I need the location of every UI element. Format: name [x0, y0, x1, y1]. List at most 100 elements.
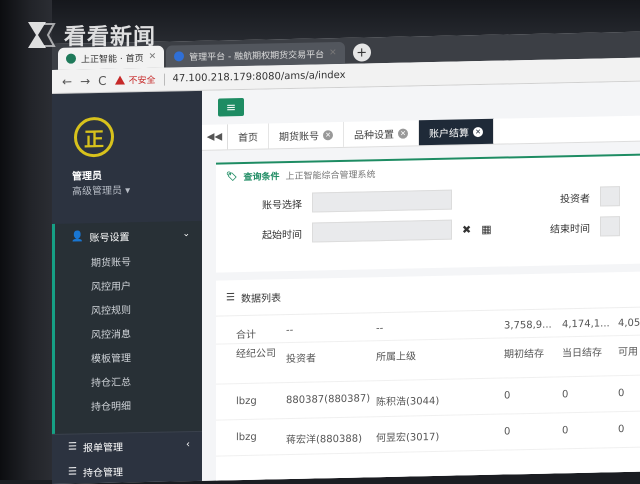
sidebar: 正 管理员 高级管理员 ▾ 👤 账号设置 ⌄ 期货账号 风控用户 风控规则 风控… [52, 90, 202, 484]
close-icon[interactable]: ✕ [473, 126, 483, 137]
tab-label: 首页 [238, 132, 258, 145]
query-title: 查询条件 [243, 172, 280, 183]
sidebar-item-risk-messages[interactable]: 风控消息 [55, 319, 202, 346]
watermark-text: 看看新闻 [64, 25, 157, 50]
close-icon[interactable]: ✕ [398, 128, 408, 139]
menu-header-label: 报单管理 [82, 442, 123, 455]
column-header[interactable]: 期初结存 [504, 348, 544, 363]
browser-tab-title: 上正智能 · 首页 [81, 53, 144, 65]
table-cell: 4,05 [618, 317, 640, 330]
column-header[interactable]: 所属上级 [376, 350, 416, 365]
table-cell: 0 [504, 426, 511, 438]
data-list-header: ☰ 数据列表 [216, 271, 640, 317]
start-time-input[interactable] [312, 219, 452, 243]
app: 正 管理员 高级管理员 ▾ 👤 账号设置 ⌄ 期货账号 风控用户 风控规则 风控… [52, 81, 640, 484]
tab-label: 期货账号 [279, 131, 319, 144]
tab-futures-account[interactable]: 期货账号 ✕ [269, 121, 344, 149]
table-cell: 蒋宏洋(880388) [286, 433, 362, 447]
tag-icon: 🏷 [226, 171, 238, 182]
tabs-prev-button[interactable]: ◀◀ [202, 124, 228, 150]
account-label: 账号选择 [262, 199, 302, 212]
calendar-icon[interactable]: ▦ [481, 222, 491, 235]
table-cell: 0 [618, 388, 625, 400]
table-cell: 合计 [236, 329, 256, 342]
divider [163, 73, 165, 86]
browser-window: 上正智能 · 首页 ✕ 管理平台 - 融航期权期货交易平台 ✕ + ← → C … [52, 31, 640, 484]
browser-tab-title: 管理平台 - 融航期权期货交易平台 [189, 49, 325, 63]
reload-button[interactable]: C [98, 73, 106, 87]
end-time-label: 结束时间 [550, 223, 590, 236]
end-time-row: 结束时间 [550, 216, 620, 237]
table-cell: 0 [618, 424, 625, 436]
menu-header-order-management[interactable]: ☰ 报单管理 ‹ [52, 430, 202, 460]
security-indicator[interactable]: 不安全 [114, 73, 156, 87]
table-cell: 0 [562, 425, 569, 437]
table-cell: lbzg [236, 395, 257, 408]
investor-row: 投资者 [560, 186, 620, 207]
close-icon[interactable]: ✕ [149, 52, 157, 62]
tab-product-settings[interactable]: 品种设置 ✕ [344, 120, 419, 147]
table-cell: 0 [504, 390, 511, 402]
sidebar-item-templates[interactable]: 模板管理 [55, 343, 202, 370]
tab-label: 账户结算 [429, 128, 469, 141]
close-icon[interactable]: ✕ [329, 48, 337, 58]
table-cell: 4,174,1... [562, 318, 610, 331]
table-cell: -- [376, 323, 384, 335]
table-cell: lbzg [236, 431, 257, 444]
sidebar-item-risk-rules[interactable]: 风控规则 [55, 295, 202, 322]
column-header[interactable]: 投资者 [286, 352, 316, 367]
table-cell: 何昱宏(3017) [376, 431, 440, 445]
list-icon: ☰ [68, 441, 77, 453]
menu-header-label: 账号设置 [89, 231, 130, 244]
tab-label: 品种设置 [354, 129, 394, 142]
column-header[interactable]: 经纪公司 [236, 347, 276, 362]
sidebar-item-position-summary[interactable]: 持仓汇总 [55, 367, 202, 394]
sidebar-header: 正 管理员 高级管理员 ▾ [52, 91, 202, 224]
table-cell: 陈积浩(3044) [376, 395, 440, 409]
photo-bezel-left [0, 0, 52, 480]
query-panel: 🏷 查询条件 上正智能综合管理系统 账号选择 投资者 起始时间 ✖ ▦ 结束时间 [216, 153, 640, 273]
column-header[interactable]: 当日结存 [562, 346, 602, 361]
menu-header-account-settings[interactable]: 👤 账号设置 ⌄ [55, 221, 202, 250]
chrome-icon [174, 51, 185, 62]
data-list-title: 数据列表 [240, 293, 281, 306]
sidebar-item-risk-users[interactable]: 风控用户 [55, 271, 202, 298]
main-content: ≡ ◀◀ 首页 期货账号 ✕ 品种设置 ✕ 账户结算 ✕ 🏷 查询条件 上正智能… [202, 81, 640, 481]
address-bar[interactable]: 47.100.218.179:8080/ams/a/index [173, 70, 346, 85]
column-header[interactable]: 可用 [618, 346, 638, 360]
list-icon: ☰ [68, 465, 77, 478]
new-tab-button[interactable]: + [352, 43, 371, 62]
investor-input[interactable] [600, 186, 620, 207]
table-cell: 880387(880387) [286, 393, 371, 407]
menu-toggle-button[interactable]: ≡ [218, 97, 244, 117]
start-time-row: 起始时间 ✖ ▦ [262, 219, 492, 244]
table-cell: -- [286, 324, 294, 337]
user-name: 管理员 [72, 170, 102, 183]
query-subtitle: 上正智能综合管理系统 [285, 170, 376, 183]
menu-group-account-settings: 👤 账号设置 ⌄ 期货账号 风控用户 风控规则 风控消息 模板管理 持仓汇总 持… [52, 220, 202, 434]
end-time-input[interactable] [600, 216, 620, 237]
warning-icon [114, 75, 125, 85]
start-time-label: 起始时间 [262, 229, 302, 242]
table-cell: 0 [562, 389, 569, 401]
tab-home[interactable]: 首页 [228, 123, 269, 150]
user-role-dropdown[interactable]: 高级管理员 ▾ [72, 181, 130, 197]
close-icon[interactable]: ✕ [323, 129, 333, 140]
table-cell: 3,758,9... [504, 319, 552, 332]
data-list-panel: ☰ 数据列表 合计 -- -- 3,758,9... 4,174,1... 4,… [216, 271, 640, 481]
back-button[interactable]: ← [62, 74, 72, 88]
clear-icon[interactable]: ✖ [462, 223, 471, 236]
watermark-logo-icon [28, 22, 56, 48]
menu-header-label: 持仓管理 [82, 467, 123, 479]
page-tabs: ◀◀ 首页 期货账号 ✕ 品种设置 ✕ 账户结算 ✕ [202, 115, 640, 151]
tab-account-settlement[interactable]: 账户结算 ✕ [419, 118, 494, 146]
watermark: 看看新闻 [24, 18, 156, 52]
sidebar-item-position-detail[interactable]: 持仓明细 [55, 391, 202, 418]
account-select-row: 账号选择 [262, 189, 452, 214]
forward-button[interactable]: → [80, 74, 90, 88]
globe-icon [66, 53, 76, 64]
sidebar-item-futures-account[interactable]: 期货账号 [55, 247, 202, 274]
account-select[interactable] [312, 189, 452, 213]
user-icon: 👤 [71, 230, 84, 243]
chevron-left-icon: ‹ [186, 439, 190, 451]
